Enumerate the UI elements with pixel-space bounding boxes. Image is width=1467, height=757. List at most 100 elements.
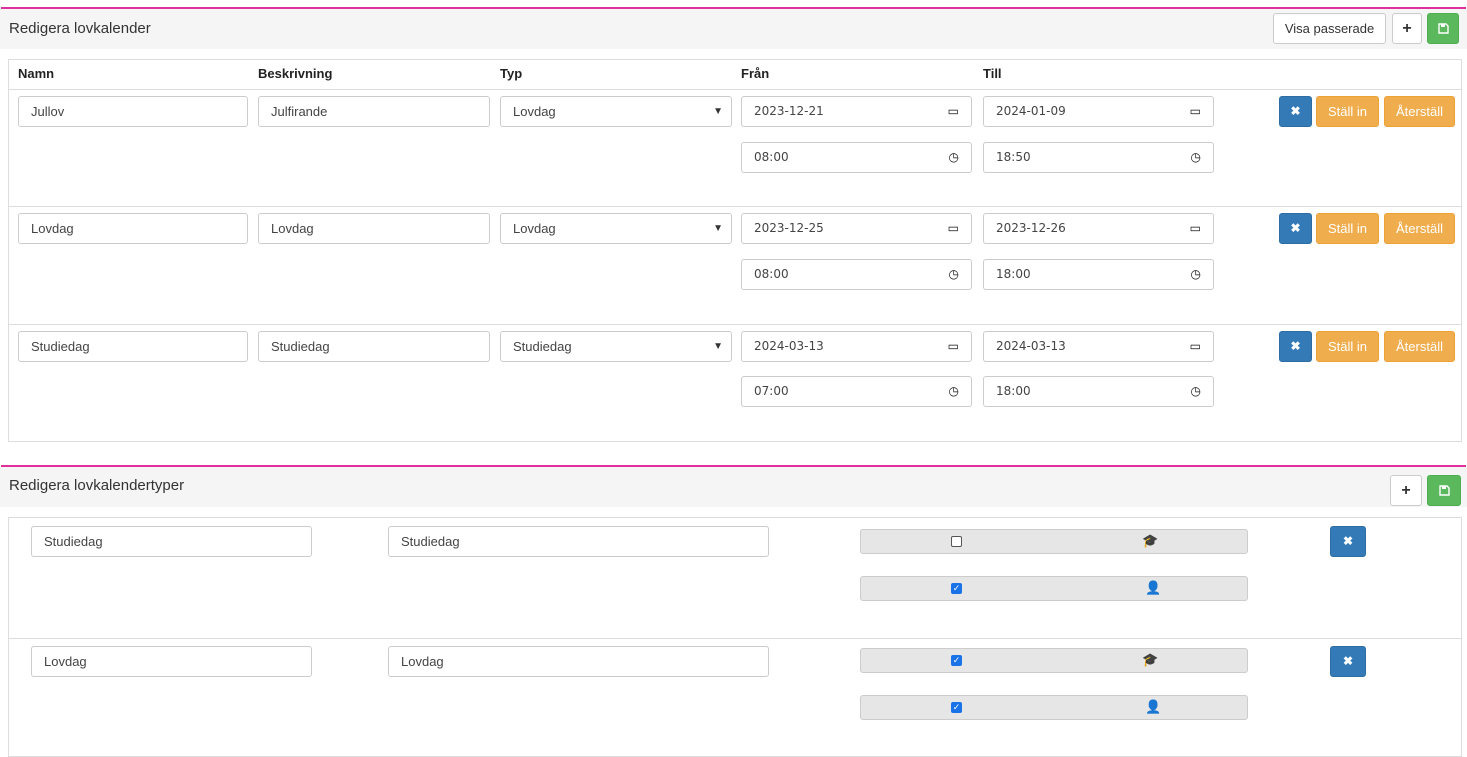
- student-toggle[interactable]: 🎓: [860, 529, 1248, 554]
- description-input[interactable]: Lovdag: [258, 213, 490, 244]
- from-date-value: 2024-03-13: [754, 339, 824, 353]
- from-time-value: 08:00: [754, 267, 789, 281]
- type-name-input[interactable]: Studiedag: [31, 526, 312, 557]
- delete-button[interactable]: ✖: [1279, 96, 1312, 127]
- cancel-button[interactable]: Ställ in: [1316, 213, 1379, 244]
- column-header-name: Namn: [18, 66, 55, 81]
- save-types-button[interactable]: [1427, 475, 1461, 506]
- name-input[interactable]: Studiedag: [18, 331, 248, 362]
- student-checkbox[interactable]: ✓: [951, 655, 962, 666]
- add-type-button[interactable]: +: [1390, 475, 1422, 506]
- student-checkbox[interactable]: [951, 536, 962, 547]
- column-header-from: Från: [741, 66, 770, 81]
- calendar-icon: ▭: [1189, 339, 1201, 353]
- to-date-input[interactable]: 2024-01-09 ▭: [983, 96, 1214, 127]
- page-title: Redigera lovkalender: [9, 20, 151, 37]
- save-icon: [1438, 485, 1450, 496]
- delete-type-button[interactable]: ✖: [1330, 526, 1366, 557]
- calendar-icon: ▭: [1189, 221, 1201, 235]
- type-select[interactable]: Lovdag ▼: [500, 96, 732, 127]
- calendar-icon: ▭: [947, 339, 959, 353]
- save-button[interactable]: [1427, 13, 1459, 44]
- to-time-input[interactable]: 18:00 ◷: [983, 376, 1214, 407]
- calendar-icon: ▭: [1189, 104, 1201, 118]
- type-description-input[interactable]: Lovdag: [388, 646, 769, 677]
- reset-button[interactable]: Återställ: [1384, 213, 1455, 244]
- to-date-value: 2024-01-09: [996, 104, 1066, 118]
- graduation-cap-icon: 🎓: [1142, 533, 1159, 548]
- calendar-icon: ▭: [947, 221, 959, 235]
- header-divider: [9, 89, 1461, 90]
- staff-checkbox[interactable]: ✓: [951, 583, 962, 594]
- add-button[interactable]: +: [1392, 13, 1422, 44]
- to-time-input[interactable]: 18:00 ◷: [983, 259, 1214, 290]
- clock-icon: ◷: [1190, 150, 1201, 164]
- from-time-input[interactable]: 07:00 ◷: [741, 376, 972, 407]
- times-icon: ✖: [1290, 104, 1301, 118]
- name-input[interactable]: Jullov: [18, 96, 248, 127]
- type-select[interactable]: Lovdag ▼: [500, 213, 732, 244]
- clock-icon: ◷: [1190, 384, 1201, 398]
- user-icon: 👤: [1145, 699, 1162, 714]
- column-header-type: Typ: [500, 66, 523, 81]
- name-input[interactable]: Lovdag: [18, 213, 248, 244]
- to-time-input[interactable]: 18:50 ◷: [983, 142, 1214, 173]
- times-icon: ✖: [1342, 654, 1354, 668]
- to-time-value: 18:50: [996, 150, 1031, 164]
- type-select-value: Lovdag: [513, 104, 556, 119]
- clock-icon: ◷: [1190, 267, 1201, 281]
- from-date-input[interactable]: 2023-12-21 ▭: [741, 96, 972, 127]
- staff-toggle[interactable]: ✓ 👤: [860, 695, 1248, 720]
- row-divider: [9, 638, 1461, 639]
- row-divider: [9, 206, 1461, 207]
- section-title: Redigera lovkalendertyper: [9, 477, 185, 494]
- staff-checkbox[interactable]: ✓: [951, 702, 962, 713]
- clock-icon: ◷: [948, 150, 959, 164]
- type-select-value: Studiedag: [513, 339, 572, 354]
- type-select-value: Lovdag: [513, 221, 556, 236]
- times-icon: ✖: [1290, 339, 1301, 353]
- column-header-to: Till: [983, 66, 1002, 81]
- times-icon: ✖: [1342, 534, 1354, 548]
- calendar-panel-header: Redigera lovkalender Visa passerade +: [0, 9, 1467, 49]
- chevron-down-icon: ▼: [713, 106, 723, 117]
- to-date-input[interactable]: 2023-12-26 ▭: [983, 213, 1214, 244]
- from-date-value: 2023-12-25: [754, 221, 824, 235]
- delete-button[interactable]: ✖: [1279, 213, 1312, 244]
- student-toggle[interactable]: ✓ 🎓: [860, 648, 1248, 673]
- clock-icon: ◷: [948, 267, 959, 281]
- calendar-icon: ▭: [947, 104, 959, 118]
- type-select[interactable]: Studiedag ▼: [500, 331, 732, 362]
- plus-icon: +: [1402, 20, 1412, 37]
- type-name-input[interactable]: Lovdag: [31, 646, 312, 677]
- save-icon: [1437, 23, 1449, 34]
- column-header-description: Beskrivning: [258, 66, 333, 81]
- user-icon: 👤: [1145, 580, 1162, 595]
- to-date-value: 2023-12-26: [996, 221, 1066, 235]
- to-time-value: 18:00: [996, 267, 1031, 281]
- cancel-button[interactable]: Ställ in: [1316, 331, 1379, 362]
- description-input[interactable]: Julfirande: [258, 96, 490, 127]
- to-date-input[interactable]: 2024-03-13 ▭: [983, 331, 1214, 362]
- times-icon: ✖: [1290, 221, 1301, 235]
- from-time-input[interactable]: 08:00 ◷: [741, 142, 972, 173]
- chevron-down-icon: ▼: [713, 341, 723, 352]
- description-input[interactable]: Studiedag: [258, 331, 490, 362]
- from-time-value: 07:00: [754, 384, 789, 398]
- from-date-input[interactable]: 2024-03-13 ▭: [741, 331, 972, 362]
- delete-button[interactable]: ✖: [1279, 331, 1312, 362]
- graduation-cap-icon: 🎓: [1142, 652, 1159, 667]
- reset-button[interactable]: Återställ: [1384, 96, 1455, 127]
- staff-toggle[interactable]: ✓ 👤: [860, 576, 1248, 601]
- clock-icon: ◷: [948, 384, 959, 398]
- type-description-input[interactable]: Studiedag: [388, 526, 769, 557]
- from-date-input[interactable]: 2023-12-25 ▭: [741, 213, 972, 244]
- from-time-input[interactable]: 08:00 ◷: [741, 259, 972, 290]
- reset-button[interactable]: Återställ: [1384, 331, 1455, 362]
- delete-type-button[interactable]: ✖: [1330, 646, 1366, 677]
- chevron-down-icon: ▼: [713, 223, 723, 234]
- from-date-value: 2023-12-21: [754, 104, 824, 118]
- show-past-button[interactable]: Visa passerade: [1273, 13, 1386, 44]
- cancel-button[interactable]: Ställ in: [1316, 96, 1379, 127]
- to-time-value: 18:00: [996, 384, 1031, 398]
